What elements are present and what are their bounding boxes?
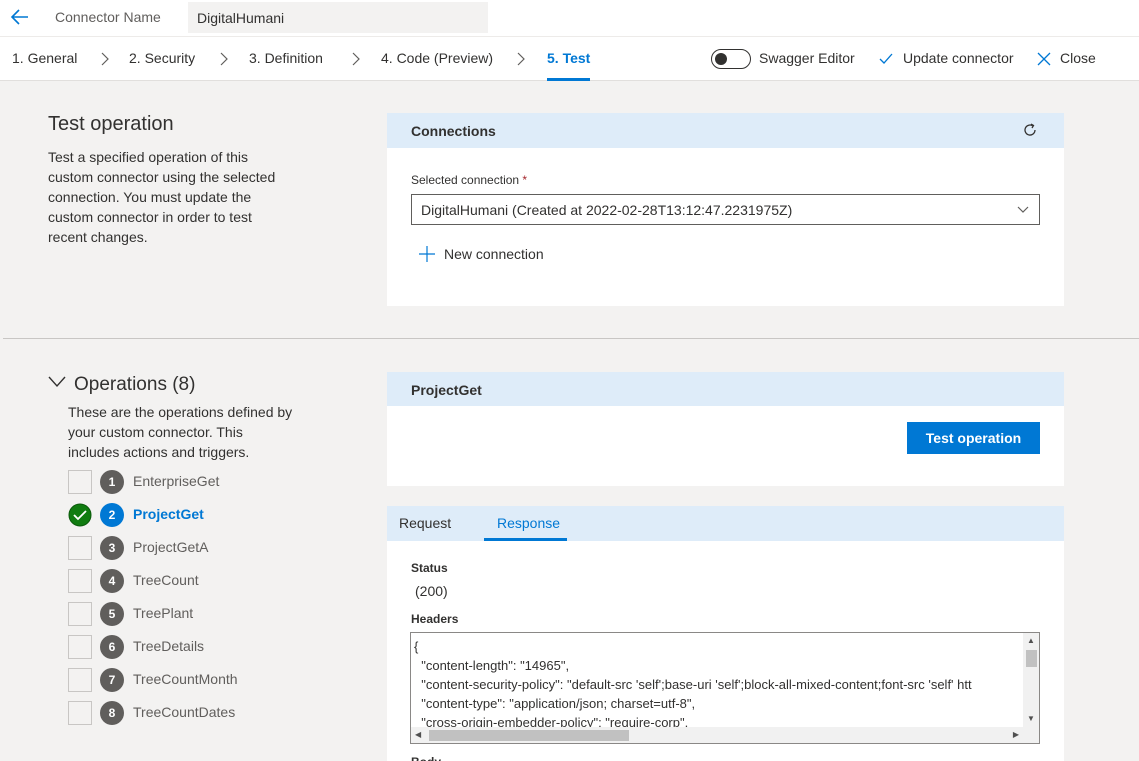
scroll-right-icon[interactable]: ▶ bbox=[1013, 731, 1019, 739]
tab-response[interactable]: Response bbox=[497, 515, 560, 531]
vertical-scroll-thumb[interactable] bbox=[1026, 650, 1037, 667]
operation-label: ProjectGet bbox=[133, 506, 204, 522]
operations-description: These are the operations defined by your… bbox=[68, 404, 293, 460]
status-value: (200) bbox=[415, 583, 448, 599]
connections-card-body: Selected connection * DigitalHumani (Cre… bbox=[387, 148, 1064, 306]
page-title: Test operation bbox=[48, 113, 174, 135]
top-bar: Connector Name bbox=[0, 0, 1139, 37]
scroll-left-icon[interactable]: ◀ bbox=[415, 731, 421, 739]
operation-label: TreePlant bbox=[133, 605, 194, 621]
selected-connection-label-text: Selected connection bbox=[411, 173, 520, 187]
operation-number: 1 bbox=[100, 470, 124, 494]
operation-item[interactable]: 8 TreeCountDates bbox=[68, 701, 288, 725]
scroll-up-icon[interactable]: ▲ bbox=[1027, 637, 1035, 645]
operation-card-header: ProjectGet bbox=[387, 372, 1064, 406]
wizard-nav: 1. General 2. Security 3. Definition 4. … bbox=[0, 37, 1139, 81]
headers-label: Headers bbox=[411, 612, 459, 626]
operation-checkbox bbox=[68, 536, 92, 560]
toggle-knob bbox=[715, 53, 727, 65]
operation-card-body: Test operation bbox=[387, 406, 1064, 486]
operation-label: TreeDetails bbox=[133, 638, 205, 654]
status-label: Status bbox=[411, 561, 448, 575]
headers-line: { bbox=[414, 639, 419, 654]
body-label: Body bbox=[411, 755, 441, 761]
plus-icon bbox=[419, 246, 435, 262]
operation-label: ProjectGetA bbox=[133, 539, 209, 555]
operation-number: 4 bbox=[100, 569, 124, 593]
operation-label: TreeCountMonth bbox=[133, 671, 238, 687]
request-response-tabs: Request Response bbox=[387, 506, 1064, 541]
swagger-editor-toggle[interactable] bbox=[711, 49, 751, 69]
operation-item[interactable]: 3 ProjectGetA bbox=[68, 536, 288, 560]
success-check-icon bbox=[68, 503, 92, 527]
chevron-down-icon bbox=[1017, 206, 1029, 213]
tab-general[interactable]: 1. General bbox=[12, 50, 77, 66]
back-arrow-icon[interactable] bbox=[9, 6, 31, 28]
operation-number: 5 bbox=[100, 602, 124, 626]
tab-request[interactable]: Request bbox=[399, 515, 451, 531]
connector-name-label: Connector Name bbox=[55, 9, 161, 25]
active-tab-indicator bbox=[547, 78, 590, 81]
operation-item[interactable]: 6 TreeDetails bbox=[68, 635, 288, 659]
tab-code-preview[interactable]: 4. Code (Preview) bbox=[381, 50, 493, 66]
operation-item[interactable]: 5 TreePlant bbox=[68, 602, 288, 626]
new-connection-button[interactable]: New connection bbox=[444, 246, 544, 262]
scroll-down-icon[interactable]: ▼ bbox=[1027, 715, 1035, 723]
update-connector-button[interactable]: Update connector bbox=[903, 50, 1014, 66]
operation-checkbox bbox=[68, 602, 92, 626]
operation-number: 6 bbox=[100, 635, 124, 659]
connector-name-input[interactable] bbox=[188, 2, 488, 33]
headers-line: "content-length": "14965", bbox=[414, 658, 570, 673]
close-icon bbox=[1037, 52, 1051, 66]
section-divider bbox=[3, 338, 1139, 339]
test-operation-button[interactable]: Test operation bbox=[907, 422, 1040, 454]
operation-checkbox bbox=[68, 635, 92, 659]
connections-card-header: Connections bbox=[387, 113, 1064, 148]
operation-number: 3 bbox=[100, 536, 124, 560]
operation-checkbox bbox=[68, 701, 92, 725]
refresh-icon[interactable] bbox=[1022, 122, 1038, 138]
operation-item[interactable]: 1 EnterpriseGet bbox=[68, 470, 288, 494]
operation-checkbox bbox=[68, 668, 92, 692]
tab-definition[interactable]: 3. Definition bbox=[249, 50, 323, 66]
tab-test[interactable]: 5. Test bbox=[547, 50, 590, 66]
operation-label: EnterpriseGet bbox=[133, 473, 220, 489]
operation-checkbox bbox=[68, 569, 92, 593]
horizontal-scrollbar[interactable]: ◀ ▶ bbox=[411, 727, 1023, 743]
connections-title: Connections bbox=[411, 123, 496, 139]
selected-connection-dropdown[interactable]: DigitalHumani (Created at 2022-02-28T13:… bbox=[411, 194, 1040, 225]
vertical-scrollbar[interactable]: ▲ ▼ bbox=[1023, 633, 1039, 743]
chevron-right-icon bbox=[517, 52, 525, 66]
headers-content: { "content-length": "14965", "content-se… bbox=[414, 637, 972, 732]
close-button[interactable]: Close bbox=[1060, 50, 1096, 66]
swagger-editor-label: Swagger Editor bbox=[759, 50, 855, 66]
selected-connection-label: Selected connection * bbox=[411, 173, 527, 187]
horizontal-scroll-thumb[interactable] bbox=[429, 730, 629, 741]
operation-checkbox bbox=[68, 470, 92, 494]
headers-textarea[interactable]: { "content-length": "14965", "content-se… bbox=[410, 632, 1040, 744]
checkmark-icon bbox=[879, 53, 893, 64]
headers-line: "content-type": "application/json; chars… bbox=[414, 696, 696, 711]
operation-number: 8 bbox=[100, 701, 124, 725]
response-card-body: Status (200) Headers { "content-length":… bbox=[387, 541, 1064, 761]
chevron-right-icon bbox=[101, 52, 109, 66]
operations-title: Operations (8) bbox=[74, 374, 196, 395]
operation-number: 7 bbox=[100, 668, 124, 692]
chevron-down-icon[interactable] bbox=[48, 376, 66, 388]
operation-title: ProjectGet bbox=[411, 382, 482, 398]
operation-item[interactable]: 2 ProjectGet bbox=[68, 503, 288, 527]
page-description: Test a specified operation of this custo… bbox=[48, 149, 276, 245]
operation-number: 2 bbox=[100, 503, 124, 527]
tab-security[interactable]: 2. Security bbox=[129, 50, 195, 66]
selected-connection-value: DigitalHumani (Created at 2022-02-28T13:… bbox=[421, 202, 793, 218]
operation-item[interactable]: 7 TreeCountMonth bbox=[68, 668, 288, 692]
required-marker: * bbox=[522, 173, 528, 187]
operation-label: TreeCountDates bbox=[133, 704, 236, 720]
chevron-right-icon bbox=[220, 52, 228, 66]
operation-item[interactable]: 4 TreeCount bbox=[68, 569, 288, 593]
headers-line: "content-security-policy": "default-src … bbox=[414, 677, 972, 692]
chevron-right-icon bbox=[352, 52, 360, 66]
operation-label: TreeCount bbox=[133, 572, 199, 588]
